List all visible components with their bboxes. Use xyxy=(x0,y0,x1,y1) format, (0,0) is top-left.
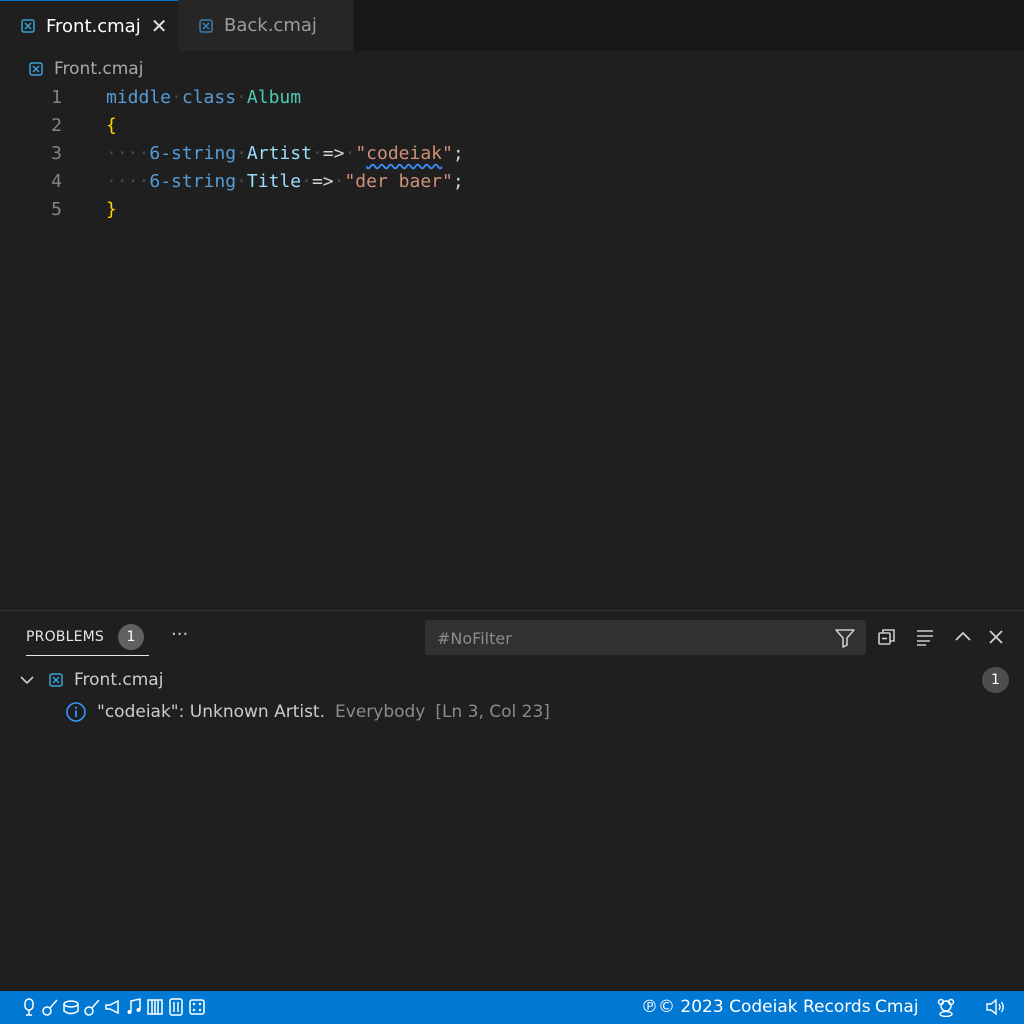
speaker-icon[interactable] xyxy=(984,997,1006,1017)
code-line: 3 ····6-string·Artist·=>·"codeiak"; xyxy=(0,140,1024,168)
problem-message: "codeiak": Unknown Artist. xyxy=(97,702,326,722)
code-line: 5 } xyxy=(0,196,1024,224)
tab-label: Back.cmaj xyxy=(224,15,317,36)
line-number: 2 xyxy=(51,115,62,136)
file-problem-count-badge: 1 xyxy=(982,667,1009,693)
code-line: 2 { xyxy=(0,112,1024,140)
problem-file-row[interactable]: Front.cmaj xyxy=(18,667,1018,693)
collapse-all-icon[interactable] xyxy=(876,626,898,648)
code-token: { xyxy=(106,115,117,136)
code-token: middle xyxy=(106,87,172,108)
code-token: Title xyxy=(246,171,302,192)
code-token: ; xyxy=(452,143,464,164)
line-number: 1 xyxy=(51,87,62,108)
code-token: class xyxy=(181,87,237,108)
code-token: ; xyxy=(452,171,464,192)
microphone-icon[interactable] xyxy=(20,997,38,1017)
tab-problems[interactable]: PROBLEMS 1 xyxy=(26,617,145,657)
breadcrumb[interactable]: Front.cmaj xyxy=(28,58,143,80)
problems-count-badge: 1 xyxy=(118,624,145,650)
cmajor-file-icon xyxy=(49,673,63,687)
problem-location: [Ln 3, Col 23] xyxy=(435,702,550,722)
problem-file-name: Front.cmaj xyxy=(74,670,164,690)
copyright-status: ℗© 2023 Codeiak Records xyxy=(641,997,871,1017)
megaphone-icon[interactable] xyxy=(104,997,122,1017)
code-line: 1 middle·class·Album xyxy=(0,84,1024,112)
line-number: 5 xyxy=(51,199,62,220)
piano-icon[interactable] xyxy=(146,997,164,1017)
code-token: Artist xyxy=(246,143,312,164)
guitar-icon[interactable] xyxy=(83,997,101,1017)
tab-bar: Front.cmaj ✕ Back.cmaj xyxy=(0,0,1024,51)
drum-icon[interactable] xyxy=(62,997,80,1017)
code-editor[interactable]: 1 middle·class·Album 2 { 3 ····6-string·… xyxy=(0,84,1024,224)
tab-label: Front.cmaj xyxy=(46,15,141,37)
more-actions-button[interactable]: ··· xyxy=(171,624,188,645)
word-wrap-icon[interactable] xyxy=(914,626,936,648)
code-token: 6-string xyxy=(149,171,237,192)
chevron-down-icon[interactable] xyxy=(18,671,36,689)
notes-icon[interactable] xyxy=(125,997,143,1017)
tab-problems-label: PROBLEMS xyxy=(26,629,105,645)
tab-back-cmaj[interactable]: Back.cmaj xyxy=(178,0,353,51)
dice-icon[interactable] xyxy=(188,997,206,1017)
status-icon-group xyxy=(20,997,206,1017)
code-token: } xyxy=(106,199,117,220)
code-token: Album xyxy=(246,87,302,108)
close-icon[interactable] xyxy=(985,626,1007,648)
tab-front-cmaj[interactable]: Front.cmaj ✕ xyxy=(0,0,178,51)
squiggle-token[interactable]: codeiak xyxy=(366,143,442,164)
status-bar: ℗© 2023 Codeiak Records Cmaj xyxy=(0,991,1024,1024)
cmajor-file-icon xyxy=(29,62,43,76)
filter-input[interactable] xyxy=(435,620,829,657)
code-token: => xyxy=(322,143,345,164)
cmajor-file-icon xyxy=(21,19,35,33)
filter-icon[interactable] xyxy=(834,628,856,648)
chevron-up-icon[interactable] xyxy=(952,626,974,648)
code-token: => xyxy=(311,171,334,192)
close-icon[interactable]: ✕ xyxy=(151,14,168,38)
code-token: " xyxy=(355,143,367,164)
info-icon xyxy=(66,702,86,722)
sliders-icon[interactable] xyxy=(167,997,185,1017)
line-number: 3 xyxy=(51,143,62,164)
code-token: "der baer" xyxy=(344,171,453,192)
breadcrumb-file[interactable]: Front.cmaj xyxy=(54,59,143,79)
filter-box[interactable] xyxy=(425,620,866,657)
language-mode[interactable]: Cmaj xyxy=(875,991,919,1024)
code-line: 4 ····6-string·Title·=>·"der baer"; xyxy=(0,168,1024,196)
problem-item[interactable]: "codeiak": Unknown Artist. Everybody [Ln… xyxy=(65,699,550,725)
line-number: 4 xyxy=(51,171,62,192)
guitar-icon[interactable] xyxy=(41,997,59,1017)
code-token: 6-string xyxy=(149,143,237,164)
cmajor-file-icon xyxy=(199,18,213,33)
active-tab-indicator xyxy=(26,655,149,656)
bear-icon[interactable] xyxy=(936,997,956,1017)
code-token: " xyxy=(442,143,453,164)
problem-source: Everybody xyxy=(335,702,426,722)
